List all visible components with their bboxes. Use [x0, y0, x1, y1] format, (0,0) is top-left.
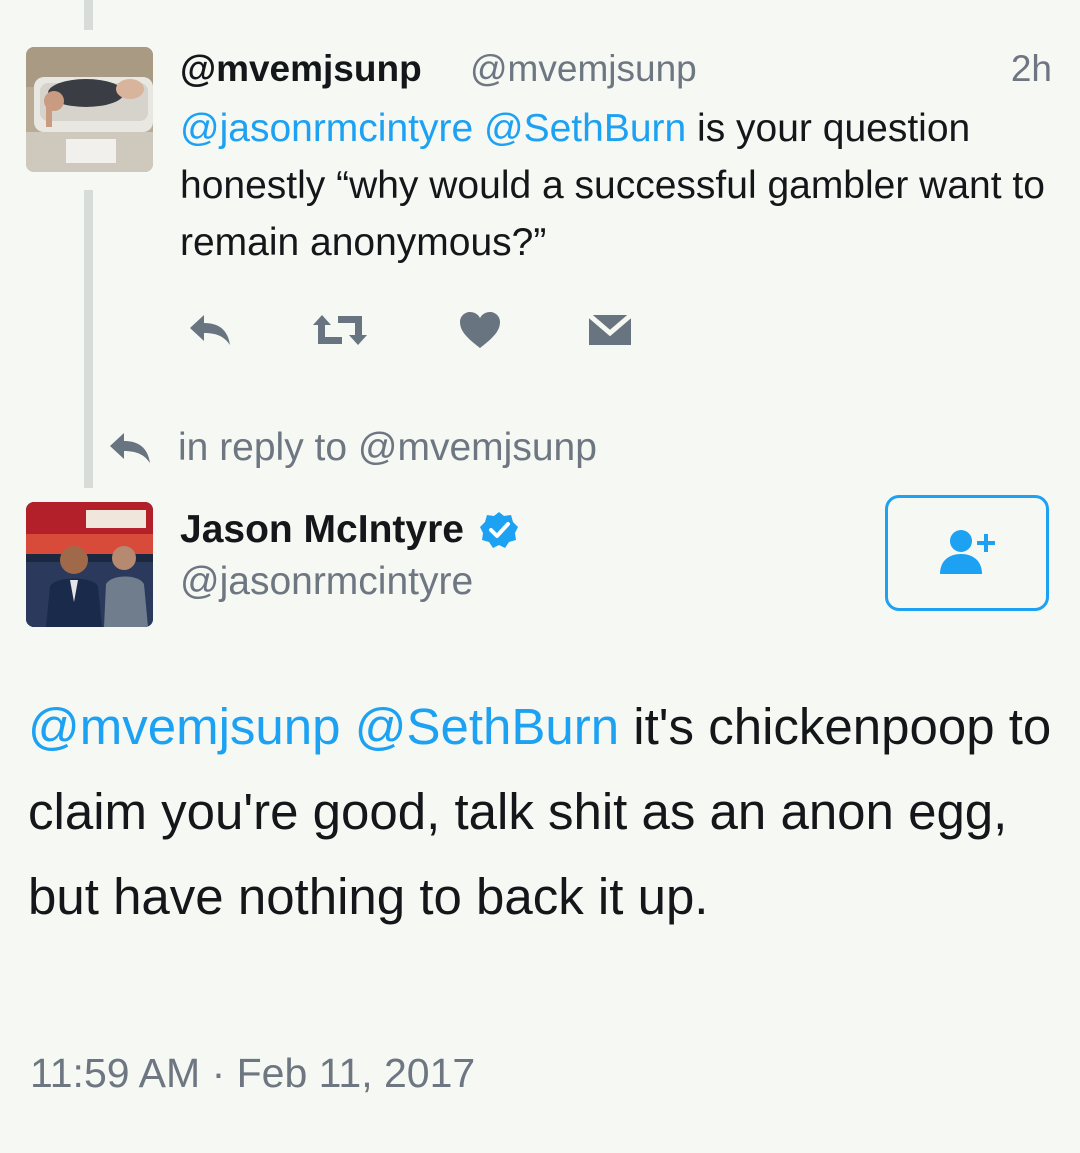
like-button[interactable] [450, 300, 510, 360]
heart-icon [460, 312, 500, 348]
bathtub-photo-icon [26, 47, 153, 172]
display-name[interactable]: @mvemjsunp [180, 48, 422, 90]
verified-badge-icon [479, 511, 518, 549]
follow-button[interactable] [885, 495, 1049, 611]
thread-line [84, 190, 93, 488]
user-handle[interactable]: @jasonrmcintyre [180, 560, 473, 604]
mention-link[interactable]: @SethBurn [484, 107, 686, 150]
tweet-actions [180, 300, 680, 360]
avatar-mvemjsunp[interactable] [26, 47, 153, 172]
mention-link[interactable]: @SethBurn [355, 698, 619, 755]
mention-link[interactable]: @jasonrmcintyre [180, 107, 473, 150]
reply-icon [190, 315, 230, 345]
reply-icon [110, 433, 150, 463]
tv-studio-photo-icon [26, 502, 153, 627]
reply-context-text: in reply to @mvemjsunp [178, 426, 597, 469]
add-user-icon [940, 530, 995, 574]
tweet-time[interactable]: 2h [1011, 48, 1052, 90]
display-name[interactable]: Jason McIntyre [180, 508, 464, 552]
reply-context[interactable]: in reply to @mvemjsunp [108, 418, 597, 478]
direct-message-button[interactable] [580, 300, 640, 360]
tweet-timestamp[interactable]: 11:59 AM · Feb 11, 2017 [30, 1050, 475, 1097]
thread-line-top [84, 0, 93, 30]
mention-link[interactable]: @mvemjsunp [28, 698, 341, 755]
reply-button[interactable] [180, 300, 240, 360]
envelope-icon [587, 313, 633, 345]
tweet-text: @jasonrmcintyre @SethBurn is your questi… [180, 100, 1060, 271]
avatar-jasonrmcintyre[interactable] [26, 502, 153, 627]
tweet-header: @mvemjsunp @mvemjsunp 2h [180, 43, 1060, 97]
user-handle[interactable]: @mvemjsunp [470, 48, 697, 90]
retweet-button[interactable] [310, 300, 370, 360]
author-name-row: Jason McIntyre [180, 500, 518, 560]
tweet-text: @mvemjsunp @SethBurn it's chickenpoop to… [28, 684, 1058, 939]
retweet-icon [313, 315, 367, 345]
